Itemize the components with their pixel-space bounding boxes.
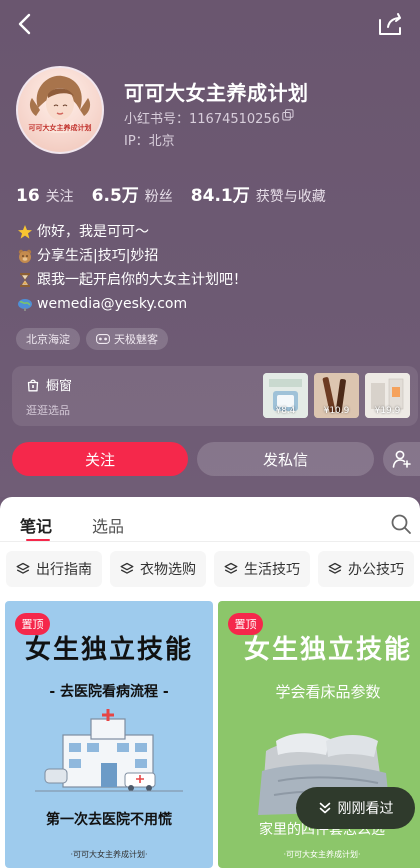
just-viewed-button[interactable]: 刚刚看过 (296, 787, 415, 829)
stat-label: 粉丝 (144, 189, 173, 205)
note-cover-title: 女生独立技能 (243, 635, 412, 665)
bio-line: wemedia@yesky.com (16, 292, 247, 316)
bio-line: 分享生活|技巧|妙招 (16, 244, 247, 268)
shop-subtitle: 逛逛选品 (26, 404, 70, 417)
copy-icon[interactable] (282, 109, 294, 121)
chip-label: 衣物选购 (140, 562, 196, 578)
profile-id: 小红书号：11674510256 (124, 112, 280, 127)
note-cover-subtitle: - 去医院看病流程 - (49, 684, 169, 700)
stat-following[interactable]: 16 关注 (16, 186, 74, 206)
bio-text: 你好，我是可可～ (37, 224, 149, 240)
note-cover-footer: ·可可大女主养成计划· (70, 850, 148, 859)
follow-button[interactable]: 关注 (12, 442, 188, 476)
shop-title: 橱窗 (26, 375, 72, 394)
top-nav (0, 0, 420, 50)
stat-value: 16 (16, 186, 40, 206)
shop-item[interactable]: ¥10.9 (314, 373, 359, 418)
search-icon (391, 514, 411, 534)
bio-line: 跟我一起开启你的大女主计划吧！ (16, 268, 247, 292)
avatar-label: 可可大女主养成计划 (28, 124, 92, 132)
double-chevron-down-icon (319, 802, 330, 814)
bio-line: 你好，我是可可～ (16, 220, 247, 244)
vr-icon (96, 334, 110, 344)
search-button[interactable] (390, 513, 412, 535)
stat-value: 84.1万 (190, 186, 250, 206)
tab-selections[interactable]: 选品 (92, 513, 124, 537)
note-cover-caption: 第一次去医院不用慌 (46, 812, 172, 828)
tag-label: 天极魅客 (114, 333, 158, 346)
back-button[interactable] (12, 10, 40, 38)
layers-icon (120, 562, 134, 574)
tab-divider (0, 541, 420, 542)
layers-icon (16, 562, 30, 574)
just-viewed-label: 刚刚看过 (337, 801, 394, 817)
globe-icon (16, 295, 34, 313)
chip-label: 办公技巧 (348, 562, 404, 578)
bear-icon (16, 247, 34, 265)
chip-collection[interactable]: 出行指南 (6, 551, 102, 587)
shop-window-card[interactable]: 橱窗 逛逛选品 ¥8.4 ¥10.9 ¥19.9 (12, 366, 418, 426)
note-cover-title: 女生独立技能 (24, 635, 193, 665)
add-friend-button[interactable] (383, 442, 420, 476)
profile-name: 可可大女主养成计划 (124, 81, 309, 105)
shop-item-price: ¥10.9 (323, 406, 350, 416)
shop-title-label: 橱窗 (46, 379, 73, 394)
bio-text: 分享生活|技巧|妙招 (37, 248, 159, 264)
star-icon (16, 223, 34, 241)
note-cover-footer: ·可可大女主养成计划· (283, 850, 361, 859)
message-button[interactable]: 发私信 (197, 442, 374, 476)
stat-label: 获赞与收藏 (255, 189, 326, 205)
chip-label: 出行指南 (36, 562, 92, 578)
profile-ip-location: IP：北京 (124, 134, 175, 149)
tab-notes[interactable]: 笔记 (20, 513, 52, 537)
shop-item-price: ¥8.4 (275, 406, 296, 416)
profile-tags: 北京海淀 天极魅客 (16, 328, 174, 350)
stat-value: 6.5万 (91, 186, 139, 206)
note-card[interactable]: 置顶 女生独立技能 - 去医院看病流程 - 第一次去医院不用慌 ·可可大女主养成… (5, 601, 213, 868)
collection-chips: 出行指南 衣物选购 生活技巧 办公技巧 (6, 551, 420, 587)
tag-location[interactable]: 北京海淀 (16, 328, 80, 350)
layers-icon (224, 562, 238, 574)
add-user-icon (392, 450, 411, 468)
shop-item[interactable]: ¥19.9 (365, 373, 410, 418)
chip-collection[interactable]: 衣物选购 (110, 551, 206, 587)
tag-organization[interactable]: 天极魅客 (86, 328, 168, 350)
shop-item-price: ¥19.9 (374, 406, 401, 416)
chevron-left-icon (18, 13, 31, 35)
chip-label: 生活技巧 (244, 562, 300, 578)
hospital-illustration-icon (35, 709, 183, 792)
chip-collection[interactable]: 生活技巧 (214, 551, 310, 587)
hourglass-icon (16, 271, 34, 289)
share-button[interactable] (376, 12, 406, 38)
stat-likes-collects[interactable]: 84.1万 获赞与收藏 (191, 181, 326, 206)
stat-followers[interactable]: 6.5万 粉丝 (92, 181, 173, 206)
avatar[interactable]: 可可大女主养成计划 (16, 66, 104, 154)
shop-item[interactable]: ¥8.4 (263, 373, 308, 418)
layers-icon (328, 562, 342, 574)
bio-text: wemedia@yesky.com (37, 296, 188, 312)
share-icon (379, 13, 401, 35)
note-cover-subtitle: 学会看床品参数 (275, 683, 381, 701)
bio-text: 跟我一起开启你的大女主计划吧！ (37, 272, 247, 288)
avatar-illustration-icon (29, 75, 91, 133)
stat-label: 关注 (45, 189, 74, 205)
chip-collection[interactable]: 办公技巧 (318, 551, 414, 587)
profile-bio: 你好，我是可可～ 分享生活|技巧|妙招 跟我一起开启你的大女主计划吧！ weme… (16, 220, 247, 316)
shopping-bag-icon (27, 379, 39, 391)
tag-label: 北京海淀 (26, 333, 70, 346)
profile-stats: 16 关注 6.5万 粉丝 84.1万 获赞与收藏 (16, 181, 344, 206)
